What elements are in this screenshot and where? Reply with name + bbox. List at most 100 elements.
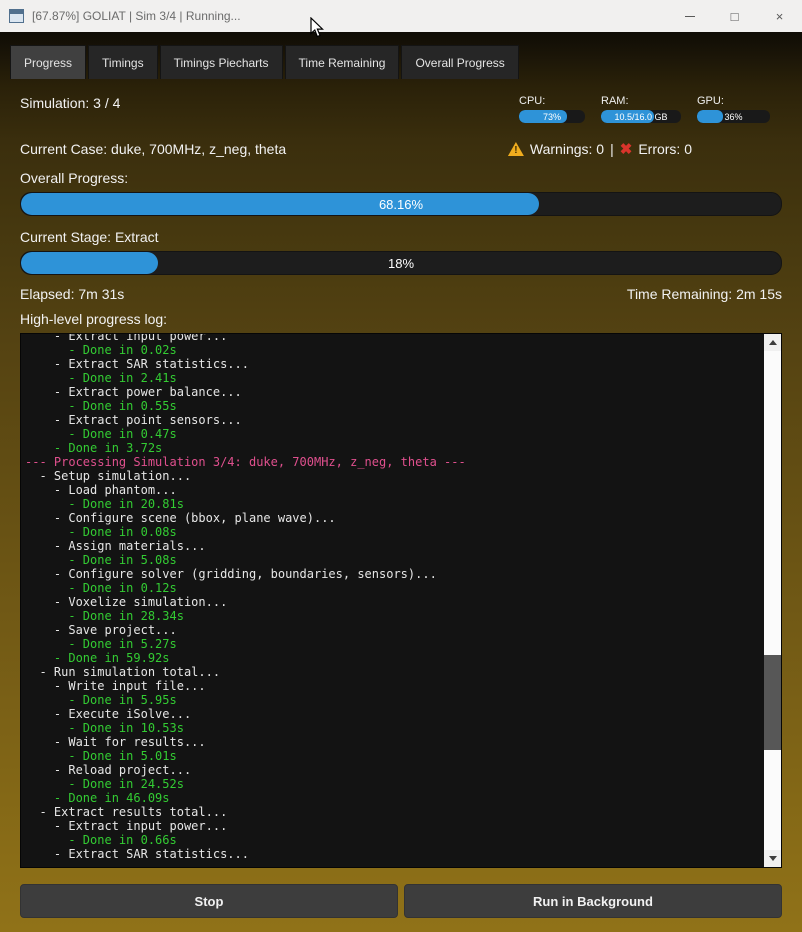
maximize-icon: □ (731, 10, 739, 23)
case-row: Current Case: duke, 700MHz, z_neg, theta… (20, 141, 782, 157)
scroll-down-button[interactable] (764, 850, 781, 867)
log-line: - Extract input power... (25, 819, 764, 833)
log-line: - Done in 2.41s (25, 371, 764, 385)
main-area: ProgressTimingsTimings PiechartsTime Rem… (0, 32, 802, 932)
close-button[interactable]: × (757, 0, 802, 32)
progress-log[interactable]: - Extract input power... - Done in 0.02s… (20, 333, 782, 868)
overall-progress-value: 68.16% (21, 193, 781, 215)
alerts: Warnings: 0 | ✖ Errors: 0 (508, 141, 782, 157)
time-remaining: Time Remaining: 2m 15s (627, 286, 782, 302)
progress-tab-content: Simulation: 3 / 4 CPU: 73% RAM: 10.5/ (0, 79, 802, 932)
log-line: - Extract point sensors... (25, 413, 764, 427)
log-scrollbar[interactable] (764, 334, 781, 867)
run-in-background-button[interactable]: Run in Background (404, 884, 782, 918)
minimize-button[interactable] (667, 0, 712, 32)
scrollbar-track[interactable] (764, 351, 781, 850)
cpu-bar: 73% (519, 110, 585, 123)
simulation-counter: Simulation: 3 / 4 (20, 95, 120, 111)
ram-meter: RAM: 10.5/16.0 GB (601, 95, 681, 123)
tab-timings[interactable]: Timings (88, 45, 158, 79)
log-line: - Done in 5.01s (25, 749, 764, 763)
scroll-down-icon (769, 856, 777, 861)
maximize-button[interactable]: □ (712, 0, 757, 32)
log-viewport: - Extract input power... - Done in 0.02s… (21, 334, 764, 867)
gpu-meter: GPU: 36% (697, 95, 770, 123)
log-line: - Load phantom... (25, 483, 764, 497)
app-window: [67.87%] GOLIAT | Sim 3/4 | Running... □… (0, 0, 802, 932)
log-line: - Configure scene (bbox, plane wave)... (25, 511, 764, 525)
elapsed-time: Elapsed: 7m 31s (20, 286, 124, 302)
current-stage-label: Current Stage: Extract (20, 229, 782, 245)
log-line: - Done in 20.81s (25, 497, 764, 511)
log-line: - Voxelize simulation... (25, 595, 764, 609)
log-line: - Run simulation total... (25, 665, 764, 679)
scrollbar-thumb[interactable] (764, 655, 781, 750)
gpu-value: 36% (697, 110, 770, 123)
current-case: Current Case: duke, 700MHz, z_neg, theta (20, 141, 286, 157)
ram-value: 10.5/16.0 GB (601, 110, 681, 123)
overall-progress-label: Overall Progress: (20, 170, 782, 186)
log-line: --- Processing Simulation 3/4: duke, 700… (25, 455, 764, 469)
log-line: - Done in 59.92s (25, 651, 764, 665)
times-row: Elapsed: 7m 31s Time Remaining: 2m 15s (20, 286, 782, 302)
log-line: - Execute iSolve... (25, 707, 764, 721)
gpu-bar: 36% (697, 110, 770, 123)
cpu-label: CPU: (519, 95, 585, 107)
scroll-up-icon (769, 340, 777, 345)
gpu-label: GPU: (697, 95, 770, 107)
warnings-count: Warnings: 0 (530, 141, 604, 157)
log-line: - Done in 0.55s (25, 399, 764, 413)
log-line: - Done in 0.08s (25, 525, 764, 539)
log-line: - Done in 5.08s (25, 553, 764, 567)
log-lines: - Extract input power... - Done in 0.02s… (25, 334, 764, 861)
action-buttons: Stop Run in Background (20, 884, 782, 918)
scroll-up-button[interactable] (764, 334, 781, 351)
log-line: - Setup simulation... (25, 469, 764, 483)
log-line: - Extract power balance... (25, 385, 764, 399)
cpu-value: 73% (519, 110, 585, 123)
close-icon: × (776, 9, 784, 24)
log-line: - Wait for results... (25, 735, 764, 749)
minimize-icon (685, 16, 695, 17)
titlebar[interactable]: [67.87%] GOLIAT | Sim 3/4 | Running... □… (0, 0, 802, 32)
ram-label: RAM: (601, 95, 681, 107)
log-line: - Extract SAR statistics... (25, 357, 764, 371)
log-line: - Extract input power... (25, 334, 764, 343)
log-line: - Done in 10.53s (25, 721, 764, 735)
log-line: - Configure solver (gridding, boundaries… (25, 567, 764, 581)
status-row: Simulation: 3 / 4 CPU: 73% RAM: 10.5/ (20, 95, 782, 123)
log-line: - Done in 3.72s (25, 441, 764, 455)
window-title: [67.87%] GOLIAT | Sim 3/4 | Running... (32, 9, 241, 23)
log-line: - Done in 0.02s (25, 343, 764, 357)
app-icon (9, 9, 24, 23)
log-line: - Extract results total... (25, 805, 764, 819)
log-line: - Extract SAR statistics... (25, 847, 764, 861)
resource-meters: CPU: 73% RAM: 10.5/16.0 GB (519, 95, 782, 123)
log-line: - Assign materials... (25, 539, 764, 553)
overall-progress-bar: 68.16% (20, 192, 782, 216)
window-controls: □ × (667, 0, 802, 32)
log-line: - Write input file... (25, 679, 764, 693)
tab-time-remaining[interactable]: Time Remaining (285, 45, 400, 79)
stage-progress-bar: 18% (20, 251, 782, 275)
stage-progress-value: 18% (21, 252, 781, 274)
log-line: - Done in 24.52s (25, 777, 764, 791)
errors-count: Errors: 0 (638, 141, 692, 157)
stop-button[interactable]: Stop (20, 884, 398, 918)
error-icon: ✖ (620, 142, 633, 157)
log-line: - Save project... (25, 623, 764, 637)
tab-overall-progress[interactable]: Overall Progress (401, 45, 518, 79)
log-line: - Done in 5.95s (25, 693, 764, 707)
ram-bar: 10.5/16.0 GB (601, 110, 681, 123)
log-line: - Done in 0.66s (25, 833, 764, 847)
tab-timings-piecharts[interactable]: Timings Piecharts (160, 45, 283, 79)
log-line: - Done in 0.12s (25, 581, 764, 595)
tab-progress[interactable]: Progress (10, 45, 86, 79)
log-line: - Reload project... (25, 763, 764, 777)
alerts-divider: | (610, 141, 614, 157)
warning-icon (508, 142, 524, 156)
log-line: - Done in 0.47s (25, 427, 764, 441)
log-line: - Done in 46.09s (25, 791, 764, 805)
cpu-meter: CPU: 73% (519, 95, 585, 123)
tab-bar: ProgressTimingsTimings PiechartsTime Rem… (0, 32, 802, 79)
